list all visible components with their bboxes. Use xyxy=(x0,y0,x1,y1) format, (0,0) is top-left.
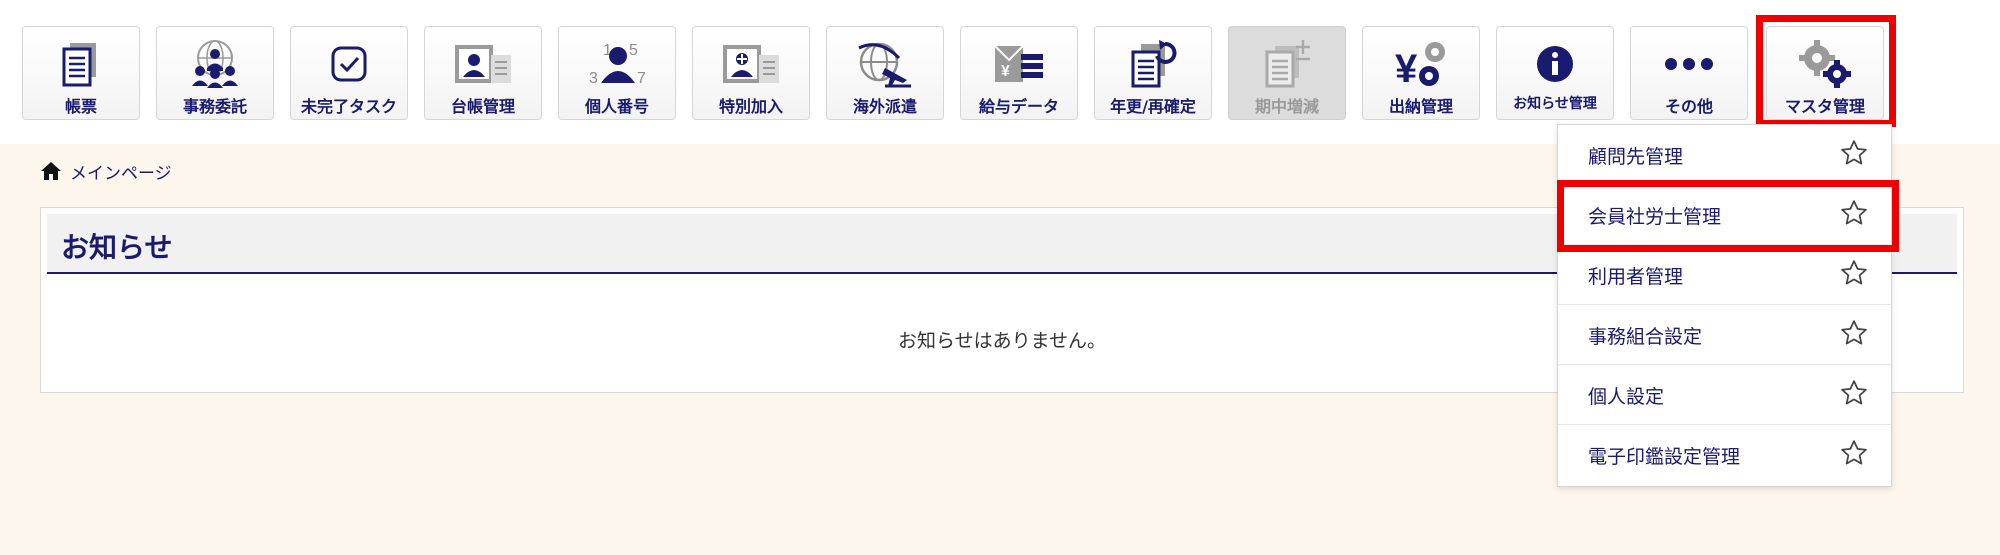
nav-label: その他 xyxy=(1664,97,1713,116)
nav-label: 台帳管理 xyxy=(450,97,515,116)
document-refresh-icon xyxy=(1131,40,1177,88)
master-dropdown-menu: 顧問先管理 会員社労士管理 利用者管理 事務組合設定 個人設定 電子印鑑設定管理 xyxy=(1557,124,1892,487)
menu-item-client-management[interactable]: 顧問先管理 xyxy=(1558,125,1891,185)
menu-item-label: 個人設定 xyxy=(1588,386,1665,408)
nav-label: 海外派遣 xyxy=(852,97,917,116)
nav-button-master-management[interactable]: マスタ管理 xyxy=(1766,26,1884,120)
nav-button-office-delegation[interactable]: 事務委託 xyxy=(156,26,274,120)
checkbox-icon xyxy=(331,46,367,82)
breadcrumb[interactable]: メインページ xyxy=(40,158,172,184)
group-globe-icon xyxy=(192,40,238,88)
nav-button-personal-number[interactable]: 3 1 5 7 個人番号 xyxy=(558,26,676,120)
svg-text:7: 7 xyxy=(637,70,646,87)
nav-label: 期中増減 xyxy=(1254,97,1319,116)
more-dots-icon xyxy=(1665,58,1713,70)
nav-label: 年更/再確定 xyxy=(1110,97,1196,116)
star-outline-icon[interactable] xyxy=(1839,198,1869,228)
nav-label: 帳票 xyxy=(64,97,97,116)
svg-text:3: 3 xyxy=(589,70,598,87)
nav-label: 出納管理 xyxy=(1388,97,1453,116)
svg-text:¥: ¥ xyxy=(1001,63,1010,80)
menu-item-association-settings[interactable]: 事務組合設定 xyxy=(1558,305,1891,365)
menu-item-label: 電子印鑑設定管理 xyxy=(1588,446,1741,468)
nav-label: マスタ管理 xyxy=(1784,97,1865,116)
yen-gear-icon: ¥ xyxy=(1395,42,1445,90)
nav-button-notice-management[interactable]: お知らせ管理 xyxy=(1496,26,1614,120)
document-plusminus-icon xyxy=(1265,40,1310,88)
gears-icon xyxy=(1799,40,1851,88)
nav-label: 個人番号 xyxy=(584,97,649,116)
nav-button-pending-tasks[interactable]: 未完了タスク xyxy=(290,26,408,120)
top-navigation-bar: 帳票 事務委託 未完了タスク 台帳管理 3 1 5 7 個人番号 特別加入 海外… xyxy=(0,0,2000,144)
star-outline-icon[interactable] xyxy=(1839,258,1869,288)
yen-list-icon: ¥ xyxy=(994,45,1043,82)
nav-button-forms[interactable]: 帳票 xyxy=(22,26,140,120)
nav-label: お知らせ管理 xyxy=(1513,96,1597,112)
nav-button-special-enrollment[interactable]: 特別加入 xyxy=(692,26,810,120)
menu-item-member-sharoushi-management[interactable]: 会員社労士管理 xyxy=(1558,185,1891,245)
nav-button-payroll-data[interactable]: ¥ 給与データ xyxy=(960,26,1078,120)
globe-plane-icon xyxy=(858,42,911,88)
menu-item-e-seal-settings[interactable]: 電子印鑑設定管理 xyxy=(1558,425,1891,485)
special-card-icon xyxy=(723,45,779,83)
home-icon xyxy=(41,162,61,180)
person-number-icon: 3 1 5 7 xyxy=(589,42,646,87)
menu-item-label: 事務組合設定 xyxy=(1588,326,1703,348)
star-outline-icon[interactable] xyxy=(1839,138,1869,168)
nav-label: 事務委託 xyxy=(182,97,247,116)
nav-button-cash-management[interactable]: ¥ 出納管理 xyxy=(1362,26,1480,120)
nav-button-annual-update[interactable]: 年更/再確定 xyxy=(1094,26,1212,120)
nav-label: 未完了タスク xyxy=(300,97,397,116)
nav-label: 給与データ xyxy=(978,97,1059,116)
nav-button-overseas-dispatch[interactable]: 海外派遣 xyxy=(826,26,944,120)
info-icon xyxy=(1537,46,1573,82)
nav-button-ledger[interactable]: 台帳管理 xyxy=(424,26,542,120)
svg-text:5: 5 xyxy=(629,42,638,59)
menu-item-label: 顧問先管理 xyxy=(1588,146,1684,168)
star-outline-icon[interactable] xyxy=(1839,438,1869,468)
nav-button-other[interactable]: その他 xyxy=(1630,26,1748,120)
star-outline-icon[interactable] xyxy=(1839,378,1869,408)
nav-button-midterm-change: 期中増減 xyxy=(1228,26,1346,120)
nav-label: 特別加入 xyxy=(718,97,783,116)
menu-item-personal-settings[interactable]: 個人設定 xyxy=(1558,365,1891,425)
menu-item-label: 会員社労士管理 xyxy=(1588,206,1722,228)
star-outline-icon[interactable] xyxy=(1839,318,1869,348)
breadcrumb-label: メインページ xyxy=(70,163,172,184)
svg-text:¥: ¥ xyxy=(1395,47,1418,90)
menu-item-user-management[interactable]: 利用者管理 xyxy=(1558,245,1891,305)
panel-title: お知らせ xyxy=(61,231,173,264)
menu-item-label: 利用者管理 xyxy=(1588,266,1684,288)
document-list-icon xyxy=(62,43,96,87)
id-card-icon xyxy=(455,45,511,83)
